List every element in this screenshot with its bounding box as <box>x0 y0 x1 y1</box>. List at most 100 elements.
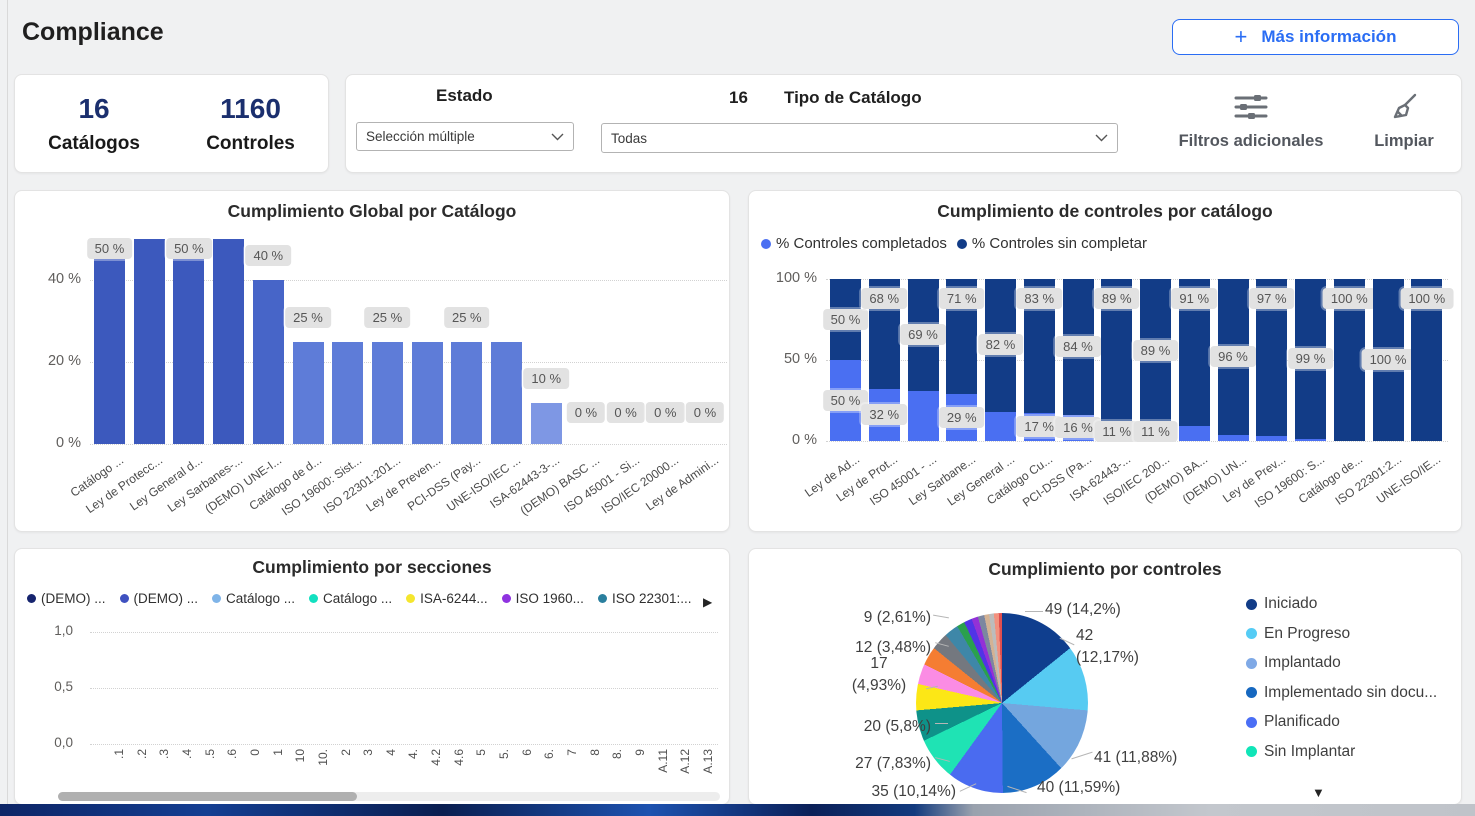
pie-slice-label: 20 (5,8%) <box>821 716 931 738</box>
bar-completados-Ley de Prev...[interactable] <box>1256 436 1287 441</box>
legend-item-Implantado[interactable]: Implantado <box>1246 654 1341 672</box>
bar-completados-ISO 45001 - ...[interactable] <box>908 391 939 441</box>
kpi-catalogos-value: 16 <box>48 93 140 125</box>
data-label: 100 % <box>1400 288 1453 309</box>
bar-completados-ISO 19600: S...[interactable] <box>1295 439 1326 441</box>
legend-item-Planificado[interactable]: Planificado <box>1246 713 1340 731</box>
data-label: 29 % <box>939 407 985 428</box>
bar-(DEMO) UNE-I...[interactable] <box>253 280 284 444</box>
pie-leader-line <box>935 723 948 724</box>
windows-taskbar-strip <box>0 804 1475 816</box>
bar-completados-Ley General ...[interactable] <box>985 412 1016 441</box>
bar-completados-(DEMO) BA...[interactable] <box>1179 426 1210 441</box>
pie-slice-label: 17 (4,93%) <box>834 653 924 697</box>
legend-dot <box>309 594 318 603</box>
pie-slice-label: 12 (3,48%) <box>836 637 931 659</box>
legend-scroll-down-icon[interactable]: ▼ <box>1312 785 1325 800</box>
legend-label: En Progreso <box>1264 625 1350 643</box>
y-axis-tick: 20 % <box>33 353 81 369</box>
kpi-controles-label: Controles <box>206 133 295 155</box>
legend-dot <box>502 594 511 603</box>
bar-Catálogo ...[interactable] <box>94 239 125 444</box>
y-axis-tick: 0 % <box>765 432 817 448</box>
data-label: 99 % <box>1288 348 1334 369</box>
legend-dot <box>212 594 221 603</box>
legend-dot <box>1246 658 1257 669</box>
pie-slice-label: 9 (2,61%) <box>836 607 931 629</box>
data-label: 68 % <box>861 288 907 309</box>
bar-Ley Sarbanes-...[interactable] <box>213 239 244 444</box>
legend-dot <box>120 594 129 603</box>
legend-item-(DEMO) ...[interactable]: (DEMO) ... <box>27 591 106 606</box>
chart3-legend: (DEMO) ... (DEMO) ... Catálogo ... Catálogo… <box>27 591 692 606</box>
additional-filters-label: Filtros adicionales <box>1176 132 1326 151</box>
data-label: 71 % <box>939 288 985 309</box>
estado-dropdown[interactable]: Selección múltiple <box>356 122 574 151</box>
bar-ISO 19600: Sist...[interactable] <box>332 342 363 445</box>
kpi-controles-value: 1160 <box>206 93 295 125</box>
chart2-title: Cumplimiento de controles por catálogo <box>749 201 1461 222</box>
legend-label: ISO 1960... <box>516 591 584 606</box>
estado-dropdown-value: Selección múltiple <box>366 129 551 144</box>
legend-item-(DEMO) ...[interactable]: (DEMO) ... <box>120 591 199 606</box>
tipo-dropdown[interactable]: Todas <box>601 123 1118 153</box>
data-label: 91 % <box>1171 288 1217 309</box>
legend-label: ISA-6244... <box>420 591 488 606</box>
legend-dot <box>1246 746 1257 757</box>
legend-item-Catálogo ...[interactable]: Catálogo ... <box>212 591 295 606</box>
legend-dot <box>957 239 967 249</box>
pie-slice-label: 35 (10,14%) <box>836 781 956 803</box>
legend-item-Implementado sin docu...[interactable]: Implementado sin docu... <box>1246 684 1437 702</box>
pie-leader-line <box>933 615 949 619</box>
broom-icon <box>1389 91 1419 121</box>
data-label: 10 % <box>523 368 569 389</box>
legend-item-% Controles sin completar[interactable]: % Controles sin completar <box>957 235 1147 252</box>
legend-item-Catálogo ...[interactable]: Catálogo ... <box>309 591 392 606</box>
chart-cumplimiento-controles-card: Cumplimiento por controles 49 (14,2%)42 … <box>748 548 1462 805</box>
bar-Ley de Protecc...[interactable] <box>134 239 165 444</box>
additional-filters-button[interactable]: Filtros adicionales <box>1176 93 1326 151</box>
pie-slice-label: 27 (7,83%) <box>821 753 931 775</box>
data-label: 32 % <box>861 404 907 425</box>
window-edge <box>7 0 8 804</box>
y-axis-tick: 40 % <box>33 271 81 287</box>
more-info-label: Más información <box>1261 27 1396 47</box>
data-label: 84 % <box>1055 336 1101 357</box>
bar-PCI-DSS (Pay...[interactable] <box>451 342 482 445</box>
data-label: 0 % <box>606 402 644 423</box>
legend-item-ISA-6244...[interactable]: ISA-6244... <box>406 591 488 606</box>
legend-item-Sin Implantar[interactable]: Sin Implantar <box>1246 743 1355 761</box>
kpi-catalogos: 16 Catálogos <box>48 93 140 155</box>
data-label: 100 % <box>1362 349 1415 370</box>
legend-item-ISO 1960...[interactable]: ISO 1960... <box>502 591 584 606</box>
legend-item-% Controles completados[interactable]: % Controles completados <box>761 235 947 252</box>
legend-label: Implantado <box>1264 654 1341 672</box>
legend-scroll-right-icon[interactable]: ▶ <box>703 595 712 609</box>
data-label: 82 % <box>978 334 1024 355</box>
legend-item-Iniciado[interactable]: Iniciado <box>1246 595 1317 613</box>
data-label: 25 % <box>285 307 331 328</box>
y-axis-tick: 0,5 <box>29 679 73 694</box>
pie-leader-line <box>1071 752 1092 760</box>
legend-item-En Progreso[interactable]: En Progreso <box>1246 625 1350 643</box>
bar-completados-(DEMO) UN...[interactable] <box>1218 435 1249 441</box>
bar-UNE-ISO/IEC ...[interactable] <box>491 342 522 445</box>
legend-item-ISO 22301:...[interactable]: ISO 22301:... <box>598 591 692 606</box>
bar-ISA-62443-3-...[interactable] <box>531 403 562 444</box>
data-label: 50 % <box>823 309 869 330</box>
kpi-catalogos-label: Catálogos <box>48 133 140 155</box>
data-label: 25 % <box>365 307 411 328</box>
bar-ISO 22301:201...[interactable] <box>372 342 403 445</box>
more-info-button[interactable]: + Más información <box>1172 19 1459 55</box>
pie-slice-label: 40 (11,59%) <box>1037 777 1167 799</box>
y-axis-tick: 1,0 <box>29 623 73 638</box>
scrollbar-thumb[interactable] <box>58 792 357 801</box>
bar-Ley General d...[interactable] <box>173 239 204 444</box>
chevron-down-icon <box>1095 134 1108 142</box>
clear-filters-button[interactable]: Limpiar <box>1364 91 1444 151</box>
legend-dot <box>598 594 607 603</box>
data-label: 50 % <box>166 238 212 259</box>
bar-Ley de Preven...[interactable] <box>412 342 443 445</box>
bar-Catálogo de d...[interactable] <box>293 342 324 445</box>
clear-filters-label: Limpiar <box>1364 132 1444 151</box>
